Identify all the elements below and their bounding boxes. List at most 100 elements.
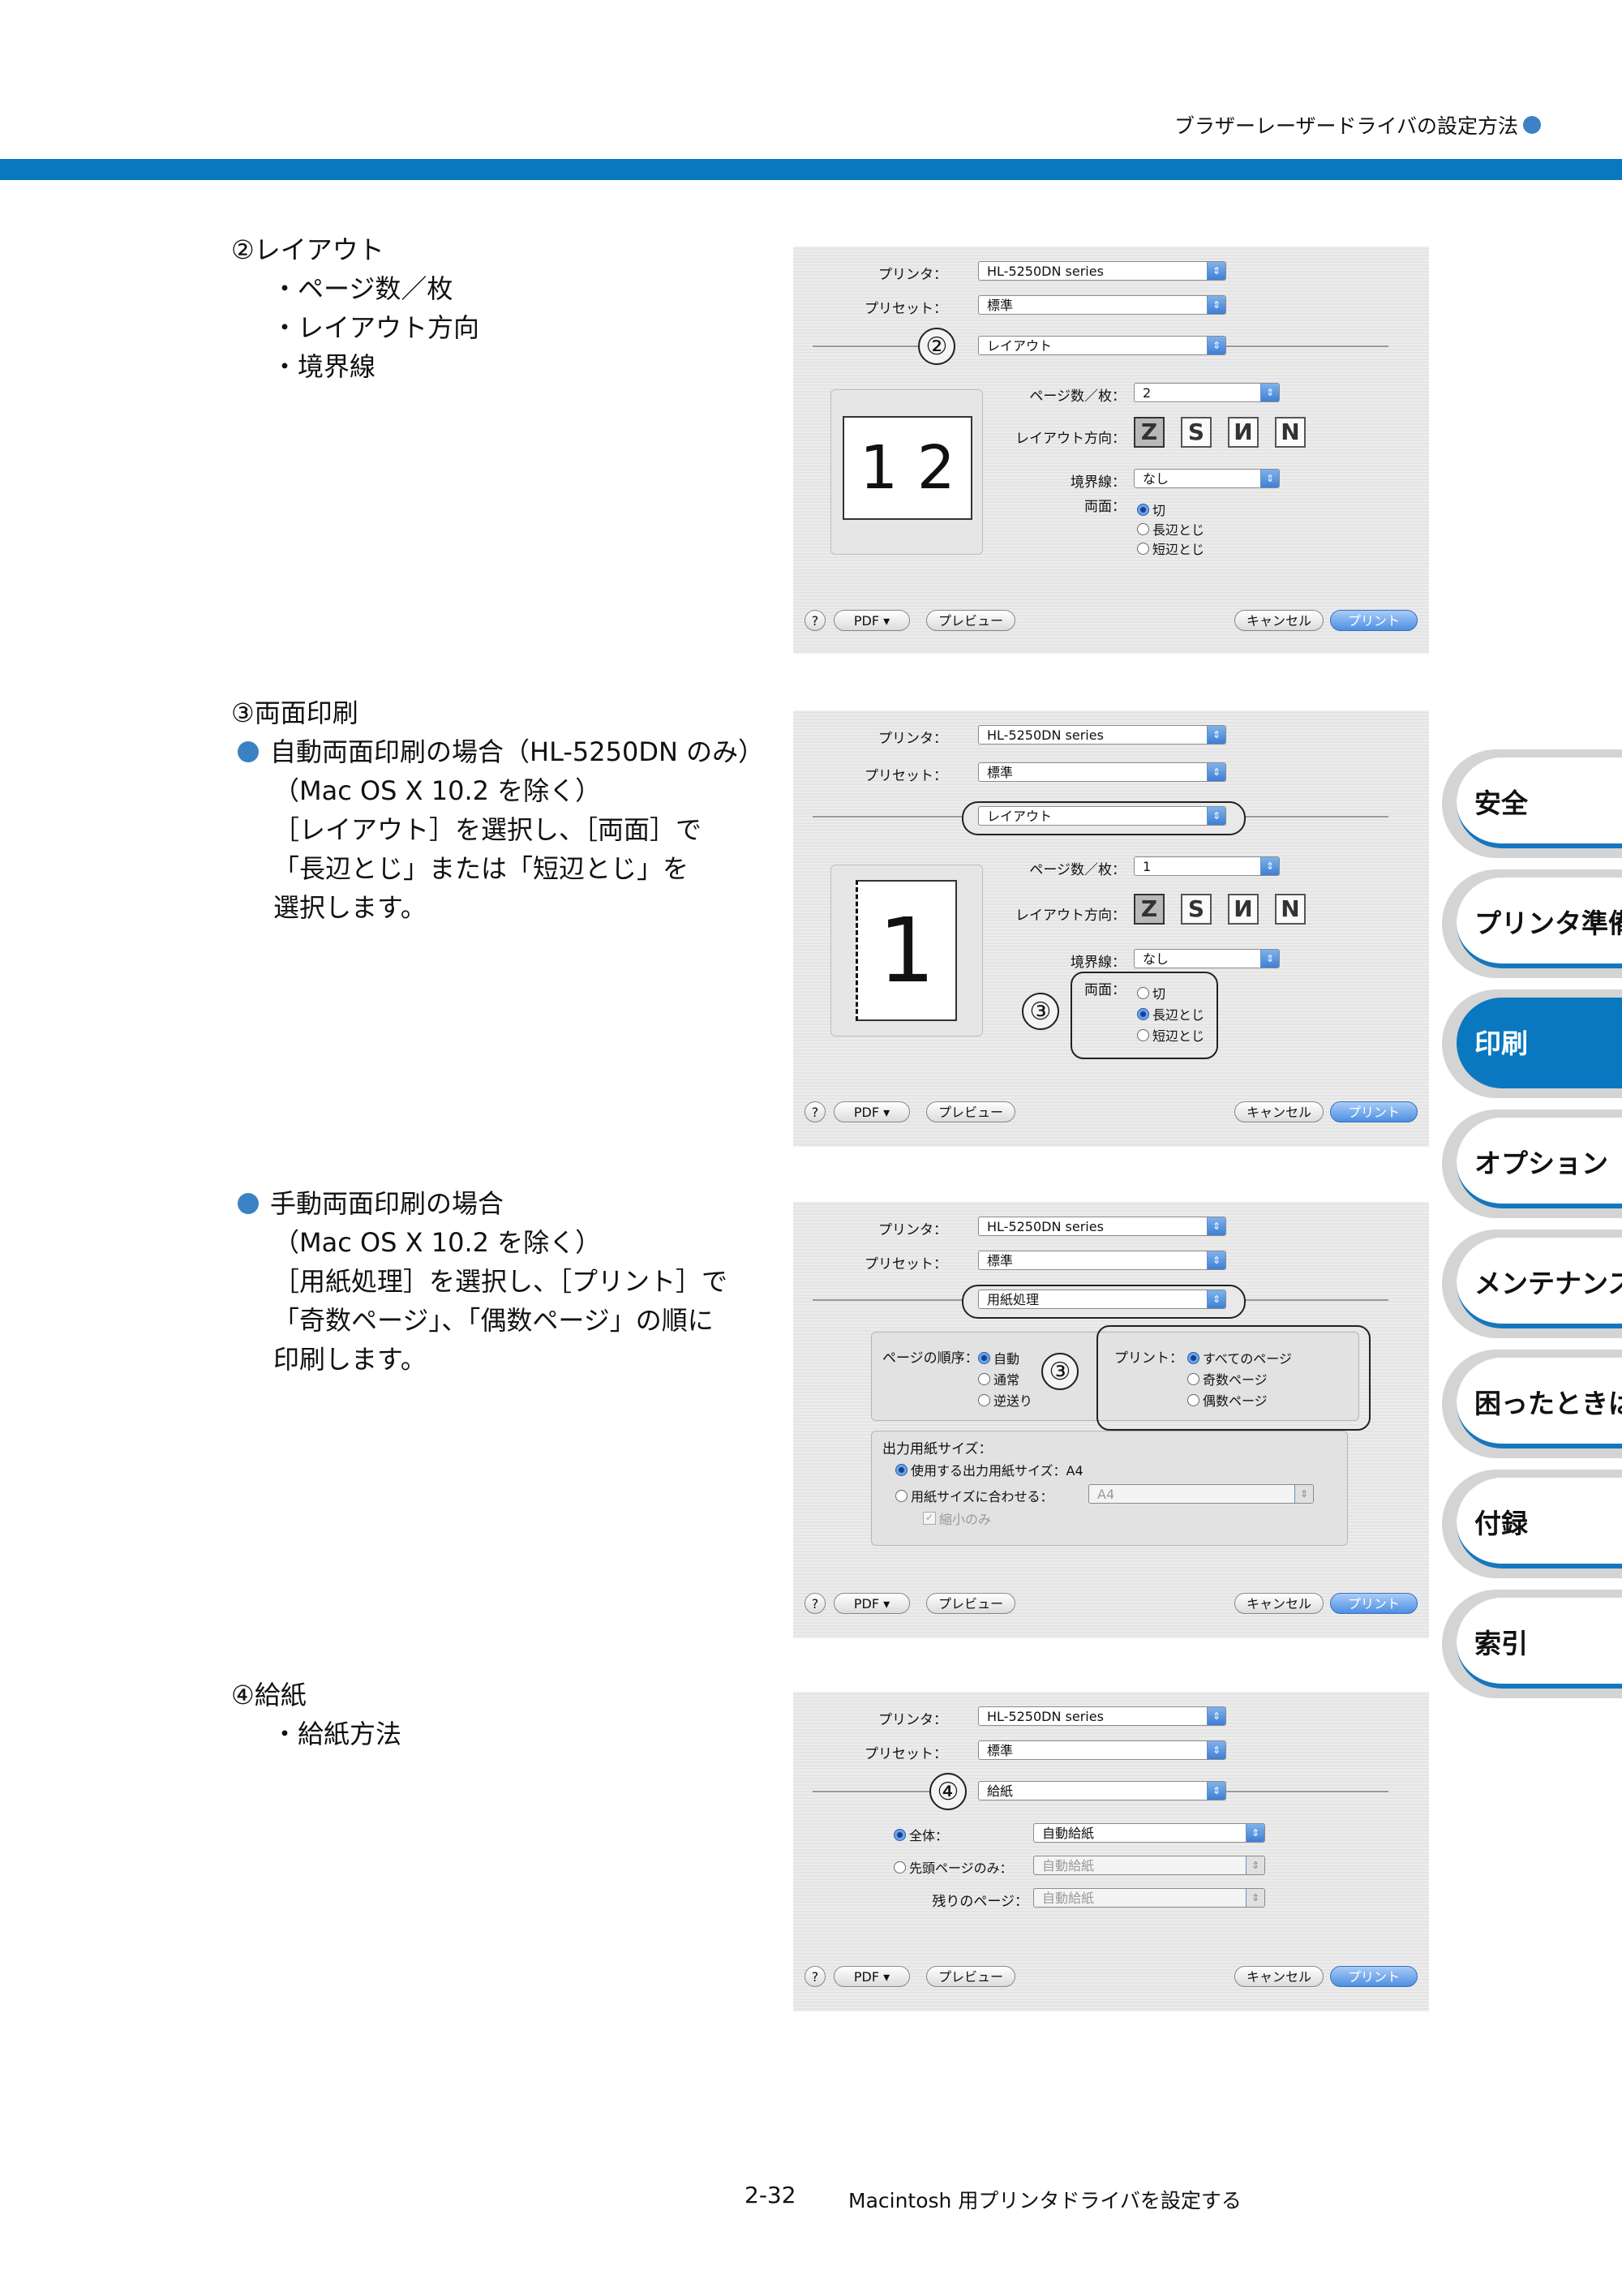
- radio-label: 通常: [993, 1372, 1020, 1388]
- cancel-button[interactable]: キャンセル: [1234, 1966, 1324, 1987]
- print-radio-odd[interactable]: 奇数ページ: [1187, 1369, 1268, 1388]
- order-radio-auto[interactable]: 自動: [978, 1348, 1019, 1367]
- print-radio-all[interactable]: すべてのページ: [1187, 1348, 1292, 1367]
- duplex-radio-off[interactable]: 切: [1137, 983, 1165, 1002]
- cancel-button[interactable]: キャンセル: [1234, 1101, 1324, 1122]
- feed-all-radio[interactable]: 全体：: [894, 1825, 948, 1844]
- direction-s-icon[interactable]: S: [1181, 894, 1212, 925]
- duplex-radio-off[interactable]: 切: [1137, 500, 1165, 519]
- tab-maintenance[interactable]: メンテナンス: [1442, 1230, 1622, 1338]
- printer-select[interactable]: HL-5250DN series ⇕: [978, 261, 1226, 281]
- preset-select[interactable]: 標準 ⇕: [978, 762, 1226, 782]
- bullet-dot-icon: [238, 741, 259, 762]
- preset-select[interactable]: 標準 ⇕: [978, 1740, 1226, 1760]
- print-button[interactable]: プリント: [1330, 1101, 1418, 1122]
- pdf-button[interactable]: PDF ▾: [834, 1593, 910, 1614]
- pages-per-sheet-value: 2: [1143, 385, 1152, 401]
- printer-select[interactable]: HL-5250DN series ⇕: [978, 1217, 1226, 1236]
- help-button[interactable]: ?: [805, 610, 826, 631]
- border-select[interactable]: なし ⇕: [1134, 949, 1280, 968]
- radio-icon: [1137, 542, 1149, 555]
- order-radio-reverse[interactable]: 逆送り: [978, 1390, 1032, 1410]
- duplex-radio-short[interactable]: 短辺とじ: [1137, 1025, 1204, 1045]
- print-button[interactable]: プリント: [1330, 1593, 1418, 1614]
- duplex-radio-long[interactable]: 長辺とじ: [1137, 519, 1204, 539]
- preset-select[interactable]: 標準 ⇕: [978, 295, 1226, 315]
- tab-appendix[interactable]: 付録: [1442, 1470, 1622, 1578]
- printer-select[interactable]: HL-5250DN series ⇕: [978, 725, 1226, 745]
- preview-button[interactable]: プレビュー: [926, 610, 1015, 631]
- tab-printing[interactable]: 印刷: [1442, 989, 1622, 1098]
- duplex-radio-short[interactable]: 短辺とじ: [1137, 539, 1204, 558]
- pdf-button[interactable]: PDF ▾: [834, 610, 910, 631]
- paragraph-line: ［用紙処理］を選択し、［プリント］で: [273, 1266, 728, 1297]
- help-button[interactable]: ?: [805, 1966, 826, 1987]
- direction-s-icon[interactable]: S: [1181, 417, 1212, 448]
- direction-n-reverse-icon[interactable]: И: [1228, 894, 1259, 925]
- print-dialog-duplex: プリンタ： HL-5250DN series ⇕ プリセット： 標準 ⇕ レイアウト…: [793, 710, 1429, 1147]
- feed-all-value: 自動給紙: [1042, 1826, 1095, 1841]
- pages-per-sheet-label: ページ数／枚：: [1029, 388, 1126, 405]
- radio-label: 逆送り: [993, 1393, 1033, 1409]
- tab-label: 付録: [1474, 1508, 1528, 1539]
- cancel-button[interactable]: キャンセル: [1234, 610, 1324, 631]
- use-size-radio[interactable]: 使用する出力用紙サイズ：A4: [895, 1460, 1083, 1479]
- fit-size-select[interactable]: A4 ⇕: [1088, 1484, 1314, 1504]
- feed-all-select[interactable]: 自動給紙 ⇕: [1033, 1823, 1265, 1843]
- feed-first-select[interactable]: 自動給紙 ⇕: [1033, 1856, 1265, 1875]
- panel-select[interactable]: レイアウト ⇕: [978, 336, 1226, 355]
- direction-n-icon[interactable]: N: [1275, 894, 1306, 925]
- pdf-button[interactable]: PDF ▾: [834, 1966, 910, 1987]
- border-label: 境界線：: [1071, 955, 1126, 971]
- preview-button[interactable]: プレビュー: [926, 1101, 1015, 1122]
- preset-select[interactable]: 標準 ⇕: [978, 1251, 1226, 1270]
- direction-z-icon[interactable]: Z: [1134, 894, 1165, 925]
- print-button[interactable]: プリント: [1330, 610, 1418, 631]
- duplex-radio-long[interactable]: 長辺とじ: [1137, 1004, 1204, 1024]
- tab-safety[interactable]: 安全: [1442, 749, 1622, 858]
- pages-per-sheet-select[interactable]: 1 ⇕: [1134, 856, 1280, 876]
- page-number: 2-32: [744, 2182, 796, 2208]
- radio-icon: [1187, 1372, 1199, 1385]
- feed-rest-select[interactable]: 自動給紙 ⇕: [1033, 1888, 1265, 1908]
- help-button[interactable]: ?: [805, 1593, 826, 1614]
- fit-size-radio[interactable]: 用紙サイズに合わせる：: [895, 1486, 1053, 1505]
- tab-printer-setup[interactable]: プリンタ準備: [1442, 869, 1622, 978]
- pages-per-sheet-select[interactable]: 2 ⇕: [1134, 383, 1280, 402]
- feed-first-radio[interactable]: 先頭ページのみ：: [894, 1857, 1013, 1877]
- order-radio-normal[interactable]: 通常: [978, 1369, 1019, 1388]
- tab-options[interactable]: オプション: [1442, 1109, 1622, 1218]
- section-title: ④給紙: [231, 1680, 307, 1710]
- paragraph-line: 選択します。: [273, 892, 427, 923]
- tab-index[interactable]: 索引: [1442, 1590, 1622, 1698]
- popup-arrow-icon: ⇕: [1246, 1856, 1264, 1874]
- fit-size-value: A4: [1097, 1487, 1115, 1502]
- direction-n-icon[interactable]: N: [1275, 417, 1306, 448]
- printer-select[interactable]: HL-5250DN series ⇕: [978, 1706, 1226, 1726]
- preset-label: プリセット：: [865, 1746, 947, 1762]
- radio-label: 先頭ページのみ：: [909, 1860, 1013, 1876]
- preview-button[interactable]: プレビュー: [926, 1966, 1015, 1987]
- radio-selected-icon: [1137, 1007, 1149, 1020]
- direction-n-reverse-icon[interactable]: И: [1228, 417, 1259, 448]
- print-button[interactable]: プリント: [1330, 1966, 1418, 1987]
- radio-icon: [1137, 986, 1149, 999]
- help-button[interactable]: ?: [805, 1101, 826, 1122]
- radio-label: 切: [1152, 503, 1166, 518]
- border-select[interactable]: なし ⇕: [1134, 469, 1280, 488]
- popup-arrow-icon: ⇕: [1207, 1741, 1225, 1759]
- tab-troubleshooting[interactable]: 困ったときは: [1442, 1350, 1622, 1458]
- pdf-button[interactable]: PDF ▾: [834, 1101, 910, 1122]
- preview-button[interactable]: プレビュー: [926, 1593, 1015, 1614]
- pages-per-sheet-label: ページ数／枚：: [1029, 862, 1126, 878]
- divider: [1226, 345, 1388, 347]
- cancel-button[interactable]: キャンセル: [1234, 1593, 1324, 1614]
- print-dialog-paper-feed: プリンタ： HL-5250DN series ⇕ プリセット： 標準 ⇕ ④ 給紙 ⇕…: [793, 1692, 1429, 2011]
- panel-select[interactable]: レイアウト ⇕: [978, 806, 1226, 826]
- panel-select[interactable]: 給紙 ⇕: [978, 1781, 1226, 1800]
- direction-z-icon[interactable]: Z: [1134, 417, 1165, 448]
- shrink-only-checkbox[interactable]: ✓ 縮小のみ: [923, 1508, 991, 1528]
- preview-page: 1 2: [843, 416, 972, 520]
- panel-select[interactable]: 用紙処理 ⇕: [978, 1290, 1226, 1309]
- print-radio-even[interactable]: 偶数ページ: [1187, 1390, 1268, 1410]
